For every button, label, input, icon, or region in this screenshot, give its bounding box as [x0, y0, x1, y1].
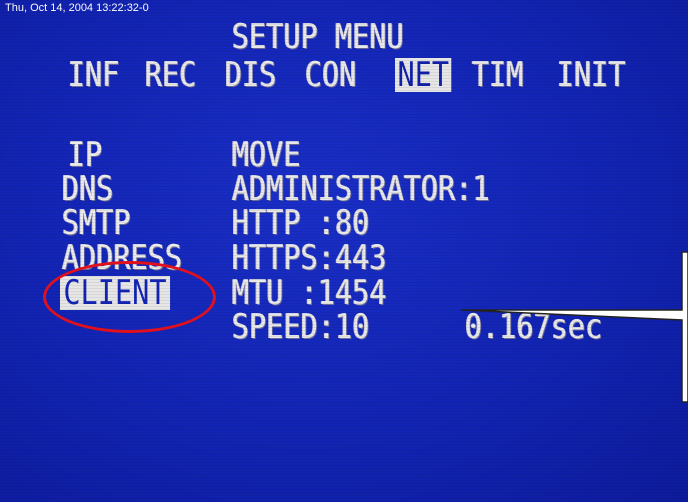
tab-net[interactable]: NET — [395, 58, 452, 92]
tab-init[interactable]: INIT — [557, 58, 626, 92]
administrator-value: ADMINISTRATOR:1 — [232, 169, 490, 209]
tab-inf[interactable]: INF — [68, 58, 120, 92]
menu-title: SETUP MENU — [232, 17, 404, 57]
menu-item-ip[interactable]: IP — [68, 138, 102, 172]
move-value: MOVE — [232, 135, 301, 175]
http-port-value: HTTP :80 — [232, 203, 370, 243]
speed-value: SPEED:10 — [232, 307, 370, 347]
tab-rec[interactable]: REC — [145, 58, 197, 92]
speed-time-value: 0.167sec — [465, 307, 603, 347]
menu-item-smtp[interactable]: SMTP — [62, 206, 131, 240]
mtu-value: MTU :1454 — [232, 273, 387, 313]
tab-con[interactable]: CON — [305, 58, 357, 92]
tab-dis[interactable]: DIS — [225, 58, 277, 92]
tab-tim[interactable]: TIM — [472, 58, 524, 92]
osd-screen: Thu, Oct 14, 2004 13:22:32-0 SETUP MENU … — [0, 0, 688, 502]
https-port-value: HTTPS:443 — [232, 238, 387, 278]
highlight-circle — [43, 261, 216, 333]
menu-item-dns[interactable]: DNS — [62, 172, 114, 206]
timestamp: Thu, Oct 14, 2004 13:22:32-0 — [5, 2, 149, 14]
